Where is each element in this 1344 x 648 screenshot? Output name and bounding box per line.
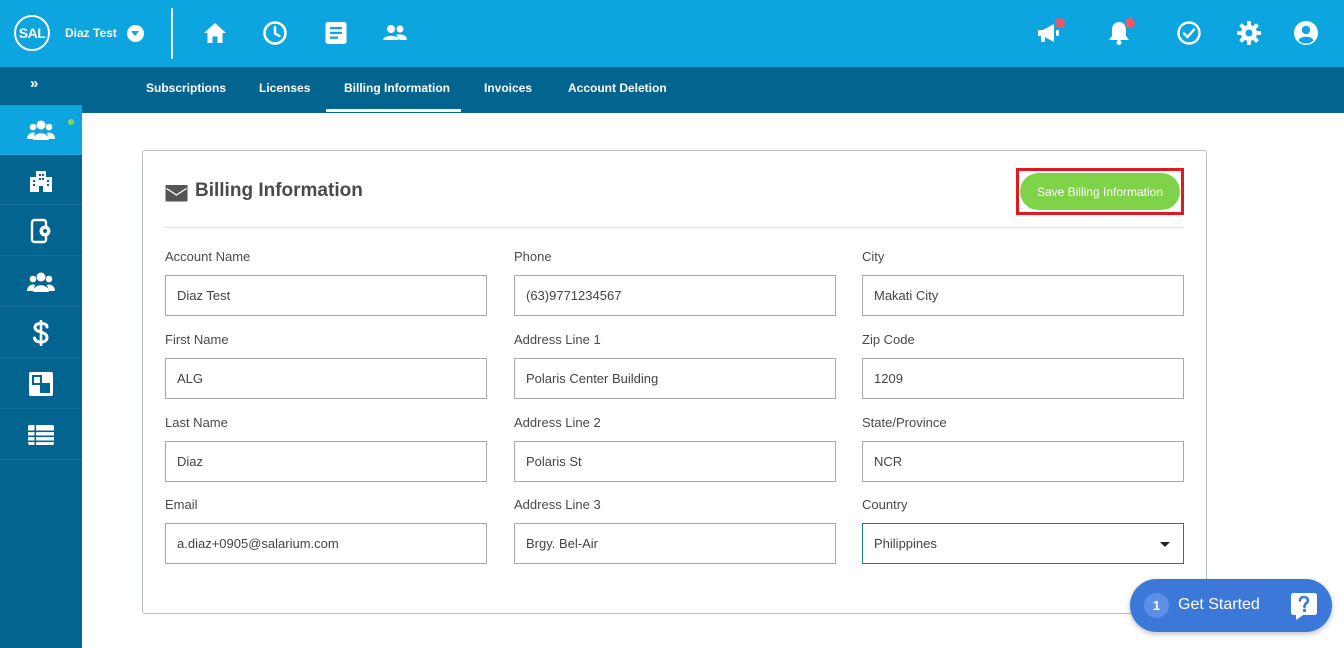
first-name-label: First Name [165, 332, 229, 347]
people-icon[interactable] [381, 19, 409, 47]
sidebar-item-groups[interactable] [0, 257, 82, 307]
clock-icon[interactable] [261, 19, 289, 47]
chevron-down-icon [1160, 542, 1170, 547]
address-line-2-label: Address Line 2 [514, 415, 601, 430]
tab-invoices[interactable]: Invoices [484, 81, 532, 95]
announcement-badge [1055, 18, 1065, 28]
address-line-2-input[interactable]: Polaris St [514, 441, 836, 482]
layers-icon [29, 371, 53, 396]
home-icon[interactable] [201, 19, 229, 47]
salarium-logo[interactable]: SAL [14, 15, 50, 51]
help-chat-icon [1288, 590, 1320, 622]
tab-subscriptions[interactable]: Subscriptions [146, 81, 226, 95]
tab-account-deletion[interactable]: Account Deletion [568, 81, 667, 95]
city-label: City [862, 249, 885, 264]
phone-input[interactable]: (63)9771234567 [514, 275, 836, 316]
tab-bar: » Subscriptions Licenses Billing Informa… [0, 67, 1344, 113]
save-billing-button[interactable]: Save Billing Information [1020, 173, 1180, 210]
country-selected-value: Philippines [874, 536, 937, 551]
check-circle-icon[interactable] [1175, 19, 1203, 47]
state-province-input[interactable]: NCR [862, 441, 1184, 482]
dollar-icon [33, 319, 49, 346]
country-label: Country [862, 497, 908, 512]
team-icon [27, 120, 55, 140]
get-started-badge: 1 [1144, 593, 1169, 618]
city-input[interactable]: Makati City [862, 275, 1184, 316]
top-divider [171, 8, 173, 59]
tab-licenses[interactable]: Licenses [259, 81, 310, 95]
get-started-label: Get Started [1178, 596, 1260, 613]
address-line-3-label: Address Line 3 [514, 497, 601, 512]
sidebar-item-devices[interactable] [0, 206, 82, 256]
list-icon [28, 424, 54, 445]
building-icon [30, 170, 52, 192]
sidebar [0, 105, 82, 648]
account-name-label: Account Name [165, 249, 251, 264]
active-indicator-dot [68, 119, 74, 125]
address-line-3-input[interactable]: Brgy. Bel-Air [514, 523, 836, 564]
company-dropdown-icon[interactable] [127, 25, 144, 42]
zip-code-label: Zip Code [862, 332, 915, 347]
address-line-1-label: Address Line 1 [514, 332, 601, 347]
billing-title: Billing Information [195, 180, 363, 201]
notification-badge [1125, 18, 1135, 28]
first-name-input[interactable]: ALG [165, 358, 487, 399]
sidebar-item-reports[interactable] [0, 410, 82, 460]
document-icon[interactable] [322, 19, 350, 47]
user-icon[interactable] [1292, 19, 1320, 47]
last-name-input[interactable]: Diaz [165, 441, 487, 482]
active-tab-indicator [326, 109, 461, 112]
tab-billing-information[interactable]: Billing Information [344, 81, 450, 95]
country-select[interactable]: Philippines [862, 523, 1184, 564]
state-province-label: State/Province [862, 415, 947, 430]
top-bar: SAL Diaz Test [0, 0, 1344, 67]
last-name-label: Last Name [165, 415, 228, 430]
card-divider [165, 227, 1184, 228]
billing-card: Billing Information Save Billing Informa… [142, 150, 1207, 614]
account-name-input[interactable]: Diaz Test [165, 275, 487, 316]
address-line-1-input[interactable]: Polaris Center Building [514, 358, 836, 399]
envelope-icon [165, 184, 188, 202]
get-started-widget[interactable]: 1 Get Started [1130, 579, 1332, 632]
email-label: Email [165, 497, 198, 512]
gear-icon[interactable] [1235, 19, 1263, 47]
mobile-settings-icon [30, 218, 51, 243]
sidebar-item-company[interactable] [0, 155, 82, 205]
phone-label: Phone [514, 249, 552, 264]
sidebar-item-billing[interactable] [0, 308, 82, 358]
company-name[interactable]: Diaz Test [65, 26, 117, 40]
sidebar-item-modules[interactable] [0, 359, 82, 409]
email-input[interactable]: a.diaz+0905@salarium.com [165, 523, 487, 564]
zip-code-input[interactable]: 1209 [862, 358, 1184, 399]
group-icon [27, 272, 55, 292]
sidebar-collapse-button[interactable]: » [30, 75, 39, 92]
sidebar-item-team[interactable] [0, 105, 82, 155]
